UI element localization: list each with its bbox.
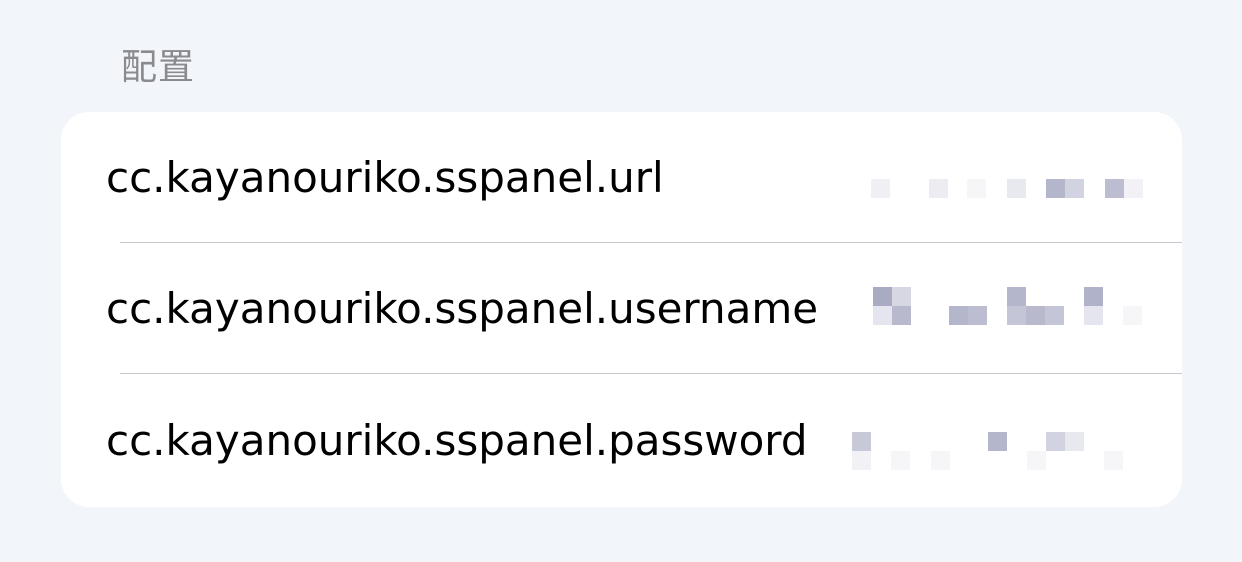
redacted-value-username xyxy=(871,283,1151,333)
setting-key-url: cc.kayanouriko.sspanel.url xyxy=(106,153,664,202)
settings-row-password[interactable]: cc.kayanouriko.sspanel.password xyxy=(61,375,1182,506)
setting-key-username: cc.kayanouriko.sspanel.username xyxy=(106,284,819,333)
settings-row-username[interactable]: cc.kayanouriko.sspanel.username xyxy=(61,243,1182,374)
section-header: 配置 xyxy=(121,47,196,88)
redacted-value-url xyxy=(831,152,1151,202)
row-divider xyxy=(120,373,1182,374)
setting-key-password: cc.kayanouriko.sspanel.password xyxy=(106,416,808,465)
redacted-value-password xyxy=(851,415,1151,470)
settings-card: cc.kayanouriko.sspanel.url cc.kayanourik… xyxy=(61,112,1182,507)
settings-row-url[interactable]: cc.kayanouriko.sspanel.url xyxy=(61,112,1182,243)
